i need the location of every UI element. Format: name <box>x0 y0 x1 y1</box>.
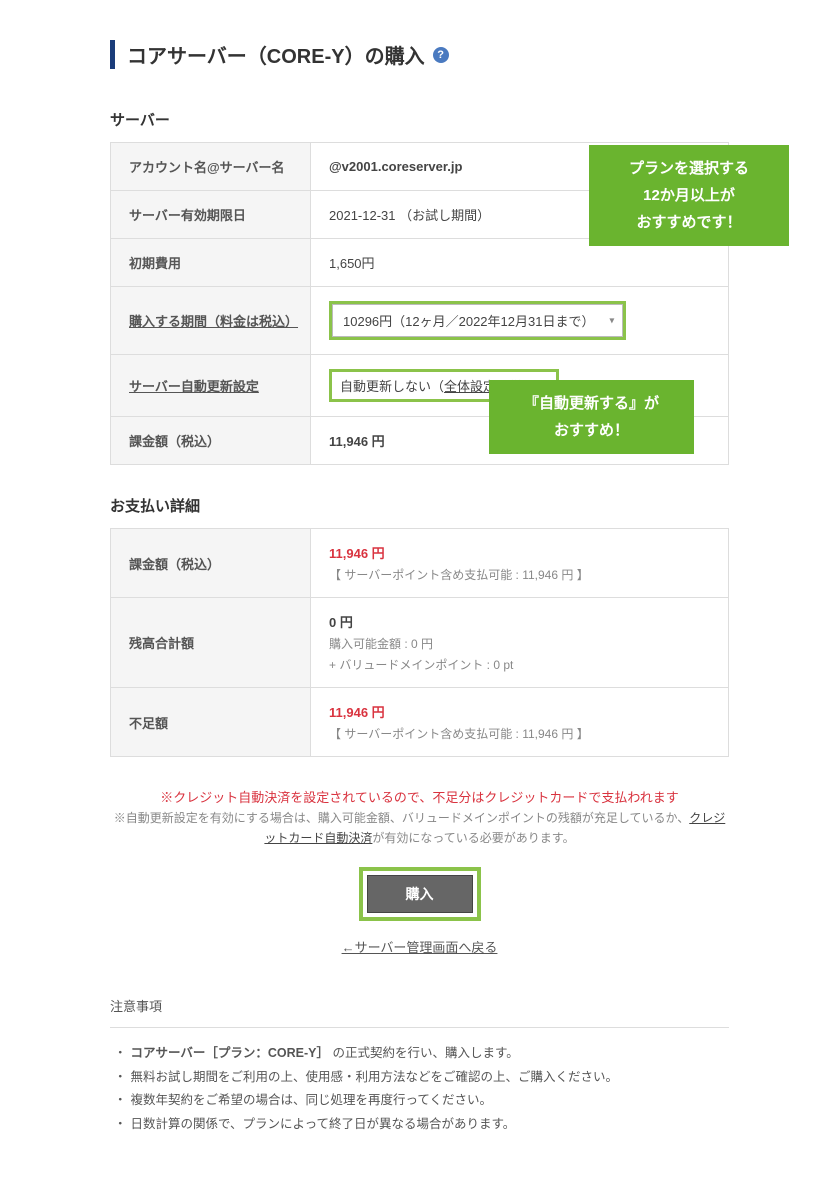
payment-info-table: 課金額（税込） 11,946 円 【 サーバーポイント含め支払可能 : 11,9… <box>110 528 729 757</box>
server-section-title: サーバー <box>110 109 729 130</box>
period-select[interactable]: 10296円（12ヶ月／2022年12月31日まで） <box>332 304 623 337</box>
list-item: 日数計算の関係で、プランによって終了日が異なる場合があります。 <box>110 1113 729 1137</box>
notice-title: 注意事項 <box>110 996 729 1015</box>
autorenew-label: サーバー自動更新設定 <box>111 355 311 417</box>
callout-plan: プランを選択する 12か月以上が おすすめです！ <box>589 145 789 246</box>
note-gray-suffix: が有効になっている必要があります。 <box>372 831 574 845</box>
shortage-cell: 11,946 円 【 サーバーポイント含め支払可能 : 11,946 円 】 <box>311 688 729 757</box>
notice-bold: コアサーバー［プラン：CORE-Y］ <box>131 1046 330 1060</box>
notice-list: コアサーバー［プラン：CORE-Y］ の正式契約を行い、購入します。 無料お試し… <box>110 1027 729 1137</box>
table-row: 課金額（税込） 11,946 円 【 サーバーポイント含め支払可能 : 11,9… <box>111 529 729 598</box>
period-highlight: 10296円（12ヶ月／2022年12月31日まで） <box>329 301 626 340</box>
shortage-label: 不足額 <box>111 688 311 757</box>
period-cell: 10296円（12ヶ月／2022年12月31日まで） <box>311 287 729 355</box>
balance-sub1: 購入可能金額 : 0 円 <box>329 635 710 652</box>
period-label: 購入する期間（料金は税込） <box>111 287 311 355</box>
pay-charge-sub: 【 サーバーポイント含め支払可能 : 11,946 円 】 <box>329 566 710 583</box>
page-title-bar: コアサーバー（CORE-Y）の購入 ? <box>110 40 729 69</box>
pay-charge-value: 11,946 円 <box>329 543 710 562</box>
buy-button[interactable]: 購入 <box>367 875 473 913</box>
autorenew-value: 自動更新しない（ <box>340 379 444 394</box>
page-container: コアサーバー（CORE-Y）の購入 ? プランを選択する 12か月以上が おすす… <box>0 0 839 1197</box>
balance-cell: 0 円 購入可能金額 : 0 円 + バリュードメインポイント : 0 pt <box>311 598 729 688</box>
list-item: コアサーバー［プラン：CORE-Y］ の正式契約を行い、購入します。 <box>110 1042 729 1066</box>
table-row: 残高合計額 0 円 購入可能金額 : 0 円 + バリュードメインポイント : … <box>111 598 729 688</box>
charge-label: 課金額（税込） <box>111 417 311 465</box>
autorenew-note-gray: ※自動更新設定を有効にする場合は、購入可能金額、バリュードメインポイントの残額が… <box>110 808 729 849</box>
credit-note-red: ※クレジット自動決済を設定されているので、不足分はクレジットカードで支払われます <box>110 787 729 806</box>
list-item: 複数年契約をご希望の場合は、同じ処理を再度行ってください。 <box>110 1089 729 1113</box>
balance-label: 残高合計額 <box>111 598 311 688</box>
balance-sub2: + バリュードメインポイント : 0 pt <box>329 656 710 673</box>
back-link-wrap: ←サーバー管理画面へ戻る <box>110 937 729 956</box>
shortage-value: 11,946 円 <box>329 702 710 721</box>
balance-value: 0 円 <box>329 612 710 631</box>
table-row: 購入する期間（料金は税込） 10296円（12ヶ月／2022年12月31日まで） <box>111 287 729 355</box>
list-item: 無料お試し期間をご利用の上、使用感・利用方法などをご確認の上、ご購入ください。 <box>110 1066 729 1090</box>
callout-autorenew: 『自動更新する』が おすすめ！ <box>489 380 694 454</box>
payment-section-title: お支払い詳細 <box>110 495 729 516</box>
pay-charge-cell: 11,946 円 【 サーバーポイント含め支払可能 : 11,946 円 】 <box>311 529 729 598</box>
page-title: コアサーバー（CORE-Y）の購入 <box>127 40 425 69</box>
buy-button-wrap: 購入 <box>110 867 729 921</box>
account-label: アカウント名@サーバー名 <box>111 143 311 191</box>
initfee-label: 初期費用 <box>111 239 311 287</box>
table-row: 不足額 11,946 円 【 サーバーポイント含め支払可能 : 11,946 円… <box>111 688 729 757</box>
pay-charge-label: 課金額（税込） <box>111 529 311 598</box>
help-icon[interactable]: ? <box>433 47 449 63</box>
buy-button-highlight: 購入 <box>359 867 481 921</box>
back-link[interactable]: ←サーバー管理画面へ戻る <box>342 940 498 955</box>
expire-label: サーバー有効期限日 <box>111 191 311 239</box>
note-gray-prefix: ※自動更新設定を有効にする場合は、購入可能金額、バリュードメインポイントの残額が… <box>114 811 690 825</box>
shortage-sub: 【 サーバーポイント含め支払可能 : 11,946 円 】 <box>329 725 710 742</box>
